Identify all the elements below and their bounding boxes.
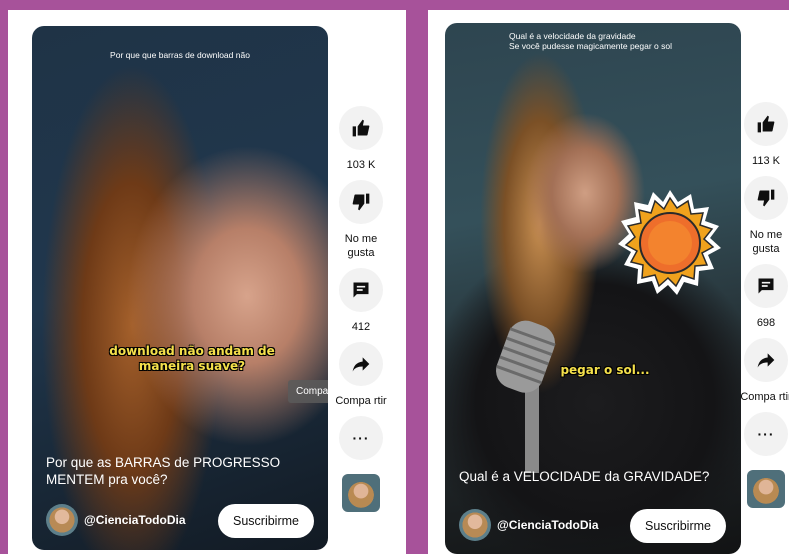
short-panel-left: Por que que barras de download não downl… — [8, 10, 406, 554]
top-caption: Qual é a velocidade da gravidade Se você… — [509, 31, 672, 51]
avatar[interactable] — [459, 509, 491, 541]
thumbs-up-icon — [352, 119, 370, 137]
dislike-label: No me gusta — [344, 233, 378, 259]
video-title[interactable]: Qual é a VELOCIDADE da GRAVIDADE? — [459, 468, 729, 485]
share-arrow-icon — [352, 357, 370, 372]
comment-count: 412 — [351, 321, 371, 333]
channel-info[interactable]: @CienciaTodoDia — [459, 509, 599, 541]
channel-info[interactable]: @CienciaTodoDia — [46, 504, 186, 536]
comment-icon — [758, 278, 774, 294]
subscribe-button[interactable]: Suscribirme — [218, 504, 314, 538]
thumbs-down-icon — [757, 189, 775, 207]
video-subtitle: download não andam de maneira suave? — [109, 344, 275, 373]
action-bar: 103 K No me gusta 412 Compa rtir ··· — [333, 106, 389, 512]
video-player[interactable]: Qual é a velocidade da gravidade Se você… — [445, 23, 741, 554]
video-player[interactable]: Por que que barras de download não downl… — [32, 26, 328, 550]
top-caption-line-2: Se você pudesse magicamente pegar o sol — [509, 41, 673, 51]
share-button[interactable] — [339, 342, 383, 386]
subscribe-button[interactable]: Suscribirme — [630, 509, 726, 543]
sun-sticker-icon — [618, 190, 721, 295]
like-button[interactable] — [339, 106, 383, 150]
dislike-button[interactable] — [339, 180, 383, 224]
share-label: Compa rtir — [740, 391, 789, 403]
comment-icon — [353, 282, 369, 298]
more-dots-icon: ··· — [352, 430, 370, 446]
like-count: 103 K — [346, 159, 376, 171]
thumbs-down-icon — [352, 193, 370, 211]
top-caption: Por que que barras de download não — [110, 50, 250, 60]
like-count: 113 K — [752, 155, 780, 167]
dislike-button[interactable] — [744, 176, 788, 220]
short-panel-right: Qual é a velocidade da gravidade Se você… — [428, 10, 789, 554]
share-label: Compa rtir — [335, 395, 387, 407]
avatar[interactable] — [46, 504, 78, 536]
channel-thumbnail[interactable] — [747, 470, 785, 508]
channel-name[interactable]: @CienciaTodoDia — [497, 518, 599, 532]
top-caption-line-1: Qual é a velocidade da gravidade — [509, 31, 636, 41]
comments-button[interactable] — [744, 264, 788, 308]
thumbs-up-icon — [757, 115, 775, 133]
video-title[interactable]: Por que as BARRAS de PROGRESSO MENTEM pr… — [46, 454, 296, 488]
video-subtitle: pegar o sol... — [560, 363, 650, 377]
share-arrow-icon — [757, 353, 775, 368]
more-button[interactable]: ··· — [744, 412, 788, 456]
microphone-image — [495, 320, 556, 473]
channel-thumbnail[interactable] — [342, 474, 380, 512]
share-button[interactable] — [744, 338, 788, 382]
comments-button[interactable] — [339, 268, 383, 312]
comment-count: 698 — [756, 317, 776, 329]
dislike-label: No me gusta — [749, 229, 783, 255]
share-tooltip: Compartir — [288, 380, 328, 403]
action-bar: 113 K No me gusta 698 Compa rtir ··· — [738, 102, 789, 508]
channel-name[interactable]: @CienciaTodoDia — [84, 513, 186, 527]
like-button[interactable] — [744, 102, 788, 146]
more-button[interactable]: ··· — [339, 416, 383, 460]
more-dots-icon: ··· — [757, 426, 775, 442]
